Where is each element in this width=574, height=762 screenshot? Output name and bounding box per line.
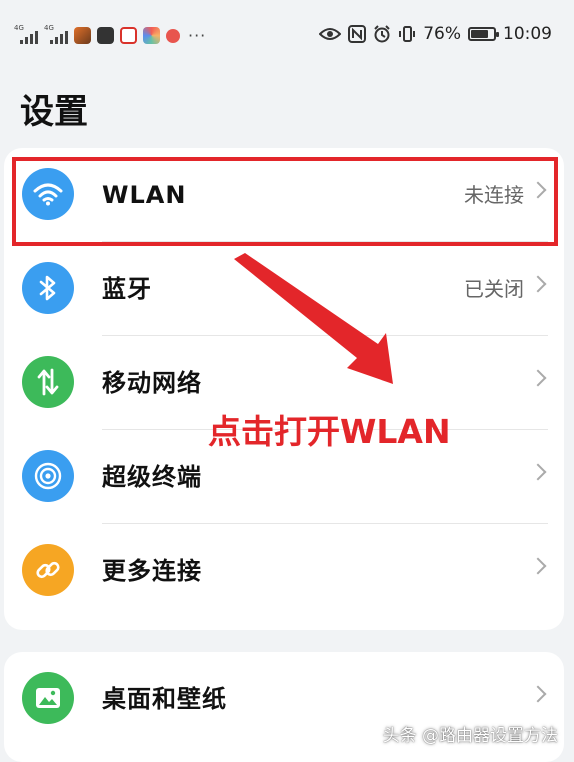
- alarm-icon: [374, 25, 390, 43]
- nfc-icon: [348, 25, 367, 43]
- link-icon: [22, 544, 74, 596]
- settings-row-label: WLAN: [102, 181, 187, 209]
- settings-row-label: 蓝牙: [102, 275, 152, 303]
- settings-row-value: 已关闭: [464, 277, 524, 301]
- settings-row-bluetooth[interactable]: 蓝牙 已关闭: [4, 242, 564, 336]
- chevron-right-icon: [529, 181, 547, 199]
- status-bar: 4G 4G ··· 76% 10:09: [0, 0, 574, 74]
- status-left: 4G 4G ···: [14, 24, 207, 46]
- battery-icon: [468, 27, 499, 41]
- settings-row-label: 更多连接: [102, 557, 202, 585]
- signal-icon: 4G: [44, 24, 68, 44]
- settings-row-more-connections[interactable]: 更多连接: [4, 524, 564, 618]
- gallery-app-icon: [143, 27, 160, 44]
- page-title: 设置: [20, 92, 88, 132]
- chevron-right-icon: [529, 557, 547, 575]
- more-notifications-indicator: ···: [188, 26, 207, 45]
- settings-row-label: 桌面和壁纸: [102, 685, 227, 713]
- chevron-right-icon: [529, 685, 547, 703]
- wifi-icon: [22, 168, 74, 220]
- game-app-icon: [74, 27, 91, 44]
- chevron-right-icon: [529, 463, 547, 481]
- watermark: 头条 @路由器设置方法: [382, 726, 558, 746]
- bluetooth-icon: [22, 262, 74, 314]
- vibrate-icon: [399, 26, 416, 42]
- eye-icon: [319, 28, 342, 40]
- chevron-right-icon: [529, 275, 547, 293]
- battery-percent: 76%: [423, 24, 461, 44]
- settings-row-wlan[interactable]: WLAN 未连接: [4, 148, 564, 242]
- network-type-label: 4G: [44, 23, 54, 32]
- chevron-right-icon: [529, 369, 547, 387]
- red-dot-app-icon: [166, 28, 180, 43]
- red-app-icon: [120, 27, 137, 44]
- settings-row-value: 未连接: [464, 183, 524, 207]
- mobile-data-icon: [22, 356, 74, 408]
- settings-row-label: 移动网络: [102, 369, 202, 397]
- super-device-icon: [22, 450, 74, 502]
- clock: 10:09: [503, 24, 552, 44]
- settings-row-label: 超级终端: [102, 463, 202, 491]
- network-type-label: 4G: [14, 23, 24, 32]
- wallpaper-icon: [22, 672, 74, 724]
- annotation-text: 点击打开WLAN: [208, 412, 451, 451]
- connectivity-settings-card: WLAN 未连接 蓝牙 已关闭 移动网络 超级终端 更多连接: [4, 148, 564, 630]
- notes-app-icon: [97, 27, 114, 44]
- status-right: 76% 10:09: [319, 24, 552, 44]
- signal-icon: 4G: [14, 24, 38, 44]
